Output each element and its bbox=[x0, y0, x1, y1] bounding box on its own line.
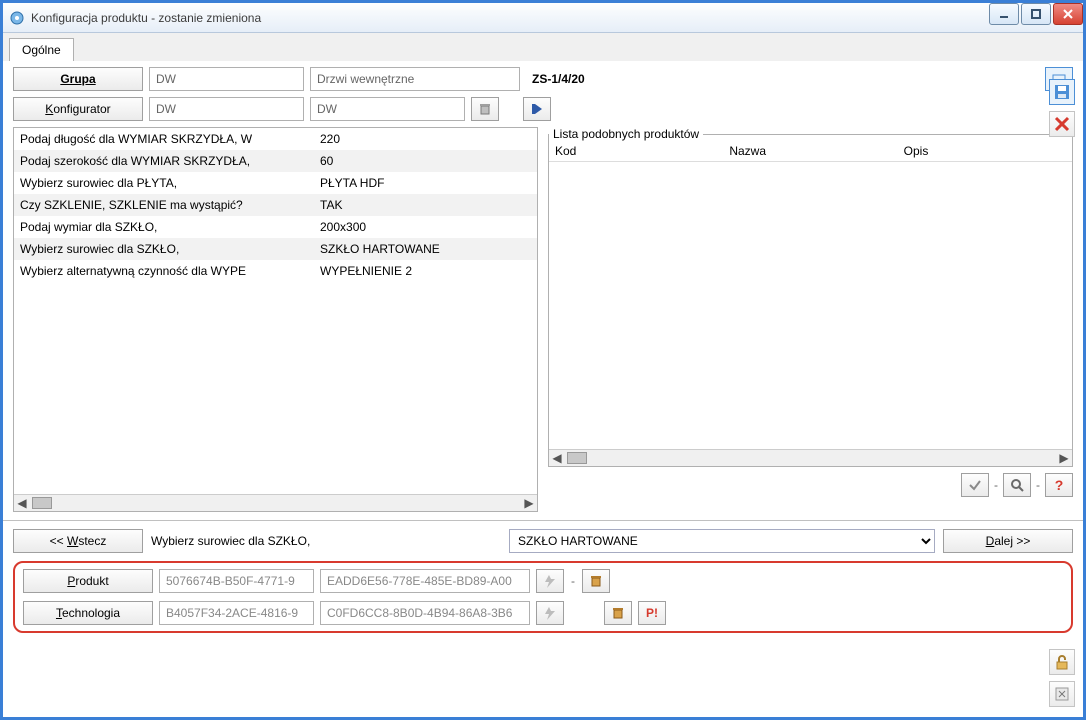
question-help-button[interactable]: ? bbox=[1045, 473, 1073, 497]
params-hscroll[interactable]: ◀ ▶ bbox=[14, 494, 537, 511]
pin-note-icon[interactable] bbox=[1049, 681, 1075, 707]
split-panes: Podaj długość dla WYMIAR SKRZYDŁA, W220P… bbox=[13, 127, 1073, 512]
col-code[interactable]: Kod bbox=[549, 141, 723, 161]
product-button[interactable]: Produkt bbox=[23, 569, 153, 593]
col-desc[interactable]: Opis bbox=[898, 141, 1072, 161]
maximize-button[interactable] bbox=[1021, 3, 1051, 25]
param-value: SZKŁO HARTOWANE bbox=[314, 238, 537, 260]
param-row[interactable]: Podaj długość dla WYMIAR SKRZYDŁA, W220 bbox=[14, 128, 537, 150]
param-label: Wybierz surowiec dla SZKŁO, bbox=[14, 238, 314, 260]
wizard-question: Wybierz surowiec dla SZKŁO, bbox=[151, 534, 501, 548]
trash-config-button[interactable] bbox=[471, 97, 499, 121]
tech-lightning-button[interactable] bbox=[536, 601, 564, 625]
side-icons-top bbox=[1049, 79, 1075, 137]
similar-scroll-right[interactable]: ▶ bbox=[1056, 451, 1072, 466]
param-row[interactable]: Podaj wymiar dla SZKŁO,200x300 bbox=[14, 216, 537, 238]
close-button[interactable] bbox=[1053, 3, 1083, 25]
param-label: Wybierz alternatywną czynność dla WYPE bbox=[14, 260, 314, 282]
param-label: Podaj wymiar dla SZKŁO, bbox=[14, 216, 314, 238]
tech-id2-field[interactable] bbox=[320, 601, 530, 625]
window-controls bbox=[989, 3, 1083, 25]
wizard-footer: << Wstecz Wybierz surowiec dla SZKŁO, SZ… bbox=[3, 520, 1083, 557]
similar-toolbar: - - ? bbox=[548, 473, 1073, 497]
configurator-code-field[interactable] bbox=[149, 97, 304, 121]
param-label: Czy SZKLENIE, SZKLENIE ma wystąpić? bbox=[14, 194, 314, 216]
param-label: Podaj długość dla WYMIAR SKRZYDŁA, W bbox=[14, 128, 314, 150]
window-title: Konfiguracja produktu - zostanie zmienio… bbox=[31, 11, 261, 25]
configurator-name-field[interactable] bbox=[310, 97, 465, 121]
param-value: TAK bbox=[314, 194, 537, 216]
param-value: 220 bbox=[314, 128, 537, 150]
param-label: Wybierz surowiec dla PŁYTA, bbox=[14, 172, 314, 194]
scroll-left-arrow[interactable]: ◀ bbox=[14, 496, 30, 511]
tech-trash-button[interactable] bbox=[604, 601, 632, 625]
param-value: PŁYTA HDF bbox=[314, 172, 537, 194]
group-row: Grupa ZS-1/4/20 bbox=[13, 67, 1073, 91]
scroll-right-arrow[interactable]: ▶ bbox=[521, 496, 537, 511]
param-row[interactable]: Wybierz surowiec dla PŁYTA,PŁYTA HDF bbox=[14, 172, 537, 194]
group-code-field[interactable] bbox=[149, 67, 304, 91]
product-id1-field[interactable] bbox=[159, 569, 314, 593]
generated-ids-box: Produkt - Technologia P! bbox=[13, 561, 1073, 633]
similar-products-legend: Lista podobnych produktów bbox=[549, 127, 703, 141]
similar-header: Kod Nazwa Opis bbox=[549, 141, 1072, 162]
similar-scroll-left[interactable]: ◀ bbox=[549, 451, 565, 466]
search-button[interactable] bbox=[1003, 473, 1031, 497]
wizard-answer-combo[interactable]: SZKŁO HARTOWANE bbox=[509, 529, 935, 553]
tab-general[interactable]: Ogólne bbox=[9, 38, 74, 62]
titlebar: Konfiguracja produktu - zostanie zmienio… bbox=[3, 3, 1083, 33]
document-code: ZS-1/4/20 bbox=[526, 72, 585, 86]
technology-button[interactable]: Technologia bbox=[23, 601, 153, 625]
param-label: Podaj szerokość dla WYMIAR SKRZYDŁA, bbox=[14, 150, 314, 172]
param-value: 60 bbox=[314, 150, 537, 172]
product-trash-button[interactable] bbox=[582, 569, 610, 593]
params-grid[interactable]: Podaj długość dla WYMIAR SKRZYDŁA, W220P… bbox=[13, 127, 538, 512]
similar-hscroll[interactable]: ◀ ▶ bbox=[549, 449, 1072, 466]
similar-scroll-thumb[interactable] bbox=[567, 452, 587, 464]
minimize-button[interactable] bbox=[989, 3, 1019, 25]
configurator-button[interactable]: Konfigurator bbox=[13, 97, 143, 121]
param-row[interactable]: Wybierz surowiec dla SZKŁO,SZKŁO HARTOWA… bbox=[14, 238, 537, 260]
next-button[interactable]: Dalej >> bbox=[943, 529, 1073, 553]
tabs-row: Ogólne bbox=[3, 33, 1083, 61]
scroll-thumb[interactable] bbox=[32, 497, 52, 509]
product-lightning-button[interactable] bbox=[536, 569, 564, 593]
tech-priority-button[interactable]: P! bbox=[638, 601, 666, 625]
configurator-row: Konfigurator bbox=[13, 97, 1073, 121]
param-value: 200x300 bbox=[314, 216, 537, 238]
param-row[interactable]: Podaj szerokość dla WYMIAR SKRZYDŁA,60 bbox=[14, 150, 537, 172]
similar-products-fieldset: Lista podobnych produktów Kod Nazwa Opis… bbox=[548, 127, 1073, 467]
product-id2-field[interactable] bbox=[320, 569, 530, 593]
cancel-x-icon[interactable] bbox=[1049, 111, 1075, 137]
group-name-field[interactable] bbox=[310, 67, 520, 91]
execute-arrow-button[interactable] bbox=[523, 97, 551, 121]
confirm-check-button[interactable] bbox=[961, 473, 989, 497]
param-value: WYPEŁNIENIE 2 bbox=[314, 260, 537, 282]
back-button[interactable]: << Wstecz bbox=[13, 529, 143, 553]
group-button[interactable]: Grupa bbox=[13, 67, 143, 91]
content-area: Grupa ZS-1/4/20 Konfigurator Podaj długo… bbox=[3, 61, 1083, 520]
param-row[interactable]: Wybierz alternatywną czynność dla WYPEWY… bbox=[14, 260, 537, 282]
side-icons-bottom bbox=[1049, 649, 1075, 707]
param-row[interactable]: Czy SZKLENIE, SZKLENIE ma wystąpić?TAK bbox=[14, 194, 537, 216]
lock-icon[interactable] bbox=[1049, 649, 1075, 675]
col-name[interactable]: Nazwa bbox=[723, 141, 897, 161]
app-gear-icon bbox=[9, 10, 25, 26]
save-disk-icon[interactable] bbox=[1049, 79, 1075, 105]
tech-id1-field[interactable] bbox=[159, 601, 314, 625]
